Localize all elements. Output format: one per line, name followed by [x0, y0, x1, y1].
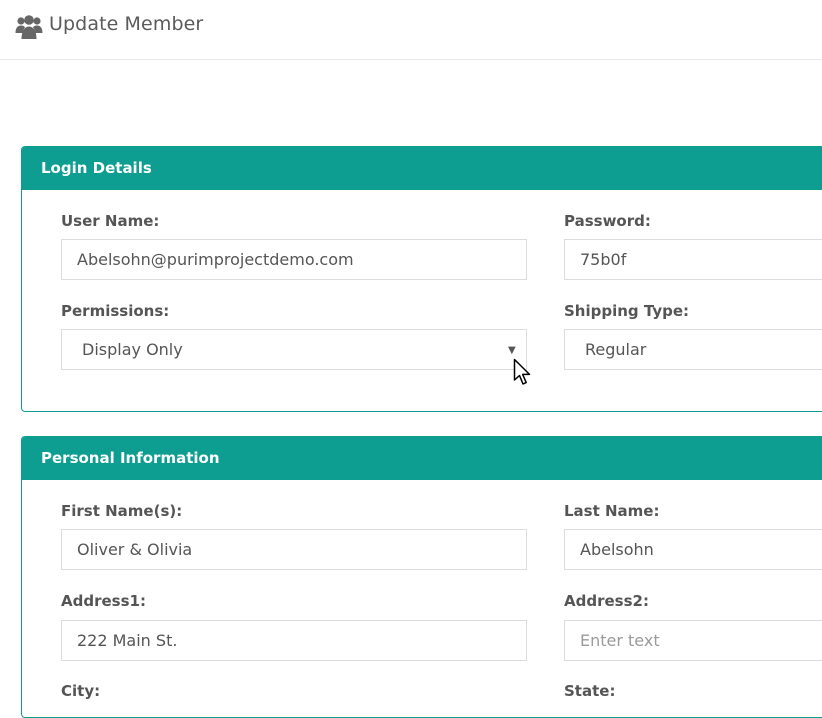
password-label: Password: — [564, 212, 651, 230]
mouse-pointer-icon — [513, 358, 531, 385]
address2-input[interactable]: Enter text — [564, 620, 822, 661]
first-name-input[interactable]: Oliver & Olivia — [61, 529, 527, 570]
permissions-label: Permissions: — [61, 302, 170, 320]
address1-label: Address1: — [61, 592, 146, 610]
first-name-label: First Name(s): — [61, 502, 183, 520]
shipping-type-label: Shipping Type: — [564, 302, 690, 320]
login-details-header: Login Details — [22, 147, 822, 190]
city-label: City: — [61, 682, 101, 700]
username-input[interactable]: Abelsohn@purimprojectdemo.com — [61, 239, 527, 280]
personal-information-panel: Personal Information First Name(s): Oliv… — [21, 436, 822, 718]
last-name-label: Last Name: — [564, 502, 660, 520]
users-icon — [15, 15, 43, 39]
chevron-down-icon[interactable]: ▼ — [508, 346, 516, 356]
last-name-input[interactable]: Abelsohn — [564, 529, 822, 570]
permissions-select[interactable]: Display Only — [61, 329, 527, 370]
shipping-type-select[interactable]: Regular — [564, 329, 822, 370]
page-header: Update Member — [0, 0, 822, 60]
personal-information-header: Personal Information — [22, 437, 822, 480]
address2-label: Address2: — [564, 592, 649, 610]
state-label: State: — [564, 682, 616, 700]
address1-input[interactable]: 222 Main St. — [61, 620, 527, 661]
login-details-panel: Login Details User Name: Abelsohn@purimp… — [21, 146, 822, 412]
shipping-type-selected-value: Regular — [585, 340, 647, 359]
permissions-selected-value: Display Only — [82, 340, 183, 359]
password-input[interactable]: 75b0f — [564, 239, 822, 280]
username-label: User Name: — [61, 212, 160, 230]
page-title: Update Member — [49, 13, 204, 35]
